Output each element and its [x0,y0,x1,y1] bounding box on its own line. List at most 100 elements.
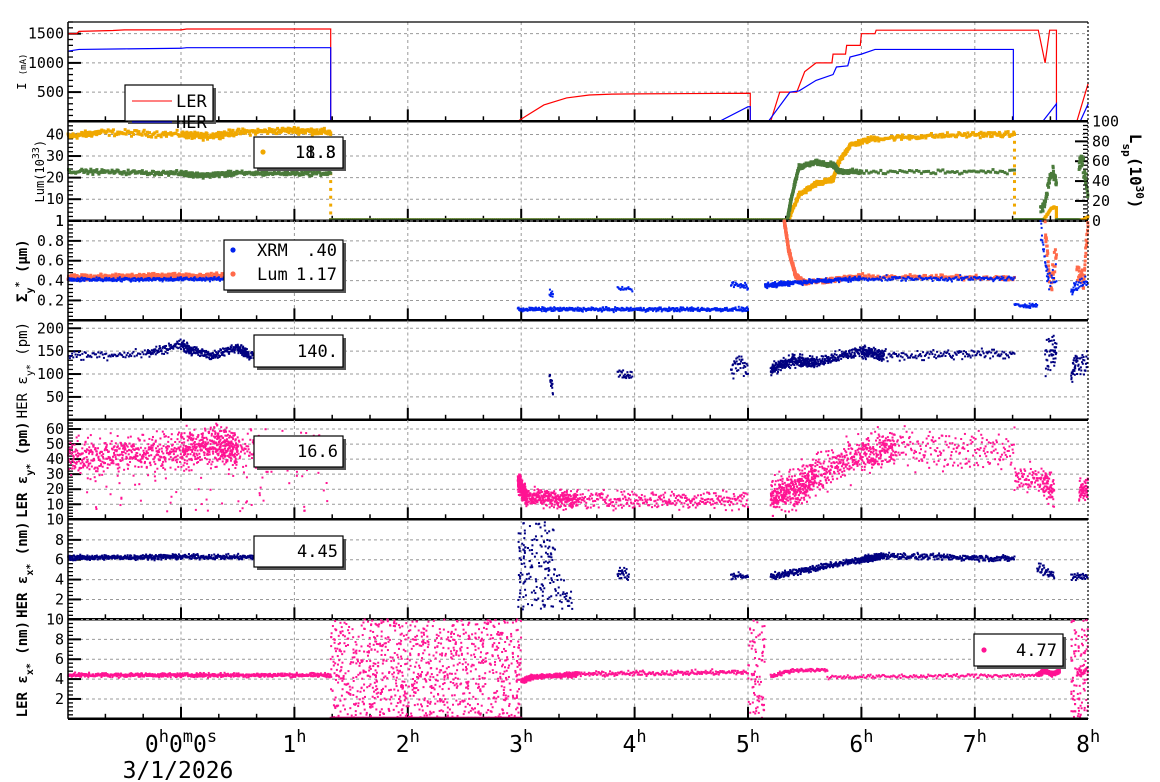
right-tick-label: 0 [1092,212,1101,230]
data-point [108,277,111,280]
data-point [329,180,333,184]
data-point [1077,266,1081,270]
data-point [329,187,333,191]
data-point [150,135,154,139]
data-point [697,306,700,309]
legend-value: 11.3 [295,143,336,163]
data-point [1043,205,1047,209]
data-point [978,136,982,140]
data-point [1054,255,1058,259]
data-point [126,168,130,172]
data-point [1083,255,1087,259]
y-tick-label: 1 [55,212,64,230]
data-point [83,279,86,282]
right-axis-label-part: L [1126,134,1145,144]
data-point [549,295,552,298]
data-point [620,309,623,312]
data-point [140,133,144,137]
data-point [540,310,543,313]
data-point [1012,187,1016,191]
series-xrm [67,220,1089,314]
data-point [205,132,209,136]
data-point [1012,148,1016,152]
data-point [95,168,99,172]
data-point [737,305,740,308]
data-point [795,174,799,178]
right-tick-label: 60 [1092,152,1110,170]
data-point [690,306,693,309]
data-point [1047,185,1051,189]
data-point [159,135,163,139]
data-point [329,203,333,207]
data-point [118,276,121,279]
series-ler [67,28,1089,122]
data-point [132,279,135,282]
data-point [606,309,609,312]
y-axis-label: Lum(1033) [31,140,48,203]
data-point [111,128,115,132]
data-point [218,137,222,141]
panel-2: 0.20.40.60.81Σy* (μm) [14,212,1090,322]
data-point [1082,277,1086,281]
data-point [1083,169,1087,173]
data-point [1012,132,1016,136]
data-point [201,138,205,142]
data-point [1054,181,1058,185]
data-point [1054,175,1058,179]
data-point [1050,288,1054,292]
data-point [248,133,252,137]
data-point [747,309,749,312]
data-point [551,295,554,298]
data-point [631,290,634,293]
data-point [1083,267,1087,271]
y-axis-label: Σy* (μm) [14,239,36,302]
data-point [745,285,748,288]
data-point [132,132,136,136]
right-tick-label: 80 [1092,132,1110,150]
data-point [1012,156,1016,160]
right-tick-label: 100 [1092,113,1119,131]
data-point [1012,211,1016,215]
y-tick-label: 20 [46,169,64,187]
data-point [1084,246,1088,250]
right-axis-label-part: ) [1126,199,1145,209]
y-tick-label: 40 [46,125,64,143]
data-point [1044,237,1048,241]
data-point [735,282,738,285]
series-her [67,47,1089,122]
y-tick-label: 0.8 [37,232,64,250]
data-point [934,172,938,176]
data-point [329,195,333,199]
data-point [731,309,734,312]
data-point [1045,244,1049,248]
data-point [1047,181,1051,185]
data-point [739,286,742,289]
data-point [621,285,624,288]
data-point [1045,192,1049,196]
right-axis-label: Lsp(1030) [1121,134,1147,209]
y-axis-label-part: I [15,75,29,89]
data-point [1084,176,1088,180]
data-point [576,306,579,309]
series-line-her [67,47,1089,122]
series-lsp [67,154,1090,222]
y-tick-label: 10 [46,190,64,208]
y-tick-label: 1000 [28,54,64,72]
data-point [140,169,144,173]
y-axis-label-part: Σ [15,294,31,302]
data-point [1012,203,1016,207]
data-point [218,279,221,282]
y-axis-label-part: (mA) [19,54,29,76]
legend-marker-dot [260,149,266,155]
data-point [848,146,852,150]
right-axis-label-part: (10 [1126,157,1145,186]
data-point [629,306,632,309]
data-point [155,130,159,134]
data-point [876,171,880,175]
data-point [1005,172,1009,176]
data-point [692,309,695,312]
data-point [743,284,746,287]
data-point [1054,253,1058,257]
right-axis-label-part: sp [1121,143,1134,157]
data-point [1046,260,1050,264]
